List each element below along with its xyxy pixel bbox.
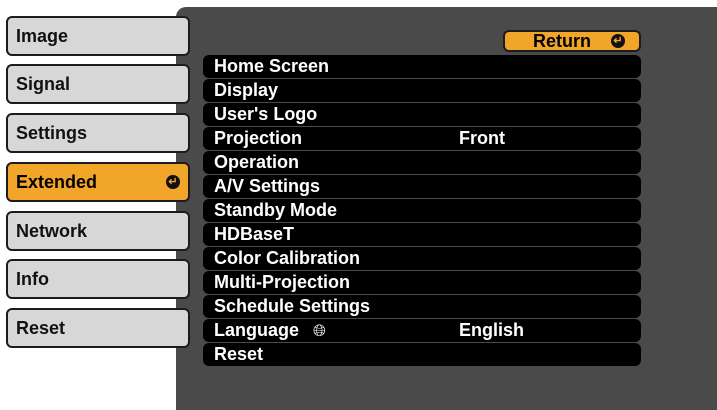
- menu-item-value: Front: [459, 128, 505, 148]
- menu-item-label: Standby Mode: [214, 200, 338, 220]
- tab-label: Signal: [16, 74, 71, 94]
- menu-item-label: A/V Settings: [214, 176, 321, 196]
- tab-extended[interactable]: Extended ↵: [6, 162, 190, 202]
- tab-settings[interactable]: Settings: [6, 113, 190, 153]
- menu-item-home-screen[interactable]: Home Screen: [203, 55, 641, 78]
- menu-item-operation[interactable]: Operation: [203, 151, 641, 174]
- menu-item-display[interactable]: Display: [203, 79, 641, 102]
- menu-item-label: Reset: [214, 344, 264, 364]
- tab-network[interactable]: Network: [6, 211, 190, 251]
- tab-label: Extended: [16, 172, 98, 192]
- tab-info[interactable]: Info: [6, 259, 190, 299]
- tab-image[interactable]: Image: [6, 16, 190, 56]
- enter-icon: ↵: [166, 175, 180, 189]
- menu-item-users-logo[interactable]: User's Logo: [203, 103, 641, 126]
- menu-item-label: Language: [214, 320, 300, 340]
- menu-item-label: User's Logo: [214, 104, 318, 124]
- return-button[interactable]: Return ↵: [503, 30, 641, 52]
- tab-label: Settings: [16, 123, 88, 143]
- menu-item-multi-projection[interactable]: Multi-Projection: [203, 271, 641, 294]
- menu-item-label: Display: [214, 80, 279, 100]
- tab-reset[interactable]: Reset: [6, 308, 190, 348]
- menu-item-color-calibration[interactable]: Color Calibration: [203, 247, 641, 270]
- menu-item-value: English: [459, 320, 525, 340]
- tab-label: Image: [16, 26, 69, 46]
- menu-item-hdbaset[interactable]: HDBaseT: [203, 223, 641, 246]
- menu-item-schedule-settings[interactable]: Schedule Settings: [203, 295, 641, 318]
- menu-item-label: Home Screen: [214, 56, 330, 76]
- enter-icon: ↵: [611, 34, 625, 48]
- menu-item-av-settings[interactable]: A/V Settings: [203, 175, 641, 198]
- menu-item-label: Color Calibration: [214, 248, 361, 268]
- menu-item-label: Operation: [214, 152, 300, 172]
- menu-item-label: Multi-Projection: [214, 272, 350, 292]
- menu-item-projection[interactable]: Projection Front: [203, 127, 641, 150]
- tab-signal[interactable]: Signal: [6, 64, 190, 104]
- tab-label: Network: [16, 221, 88, 241]
- return-label: Return: [533, 31, 591, 51]
- tab-label: Info: [16, 269, 49, 289]
- menu-item-label: HDBaseT: [214, 224, 295, 244]
- tab-label: Reset: [16, 318, 66, 338]
- menu-item-label: Schedule Settings: [214, 296, 371, 316]
- menu-item-standby-mode[interactable]: Standby Mode: [203, 199, 641, 222]
- globe-icon: 🌐︎: [313, 323, 326, 340]
- menu-item-label: Projection: [214, 128, 303, 148]
- menu-item-language[interactable]: Language 🌐︎ English: [203, 319, 641, 342]
- menu-item-reset[interactable]: Reset: [203, 343, 641, 366]
